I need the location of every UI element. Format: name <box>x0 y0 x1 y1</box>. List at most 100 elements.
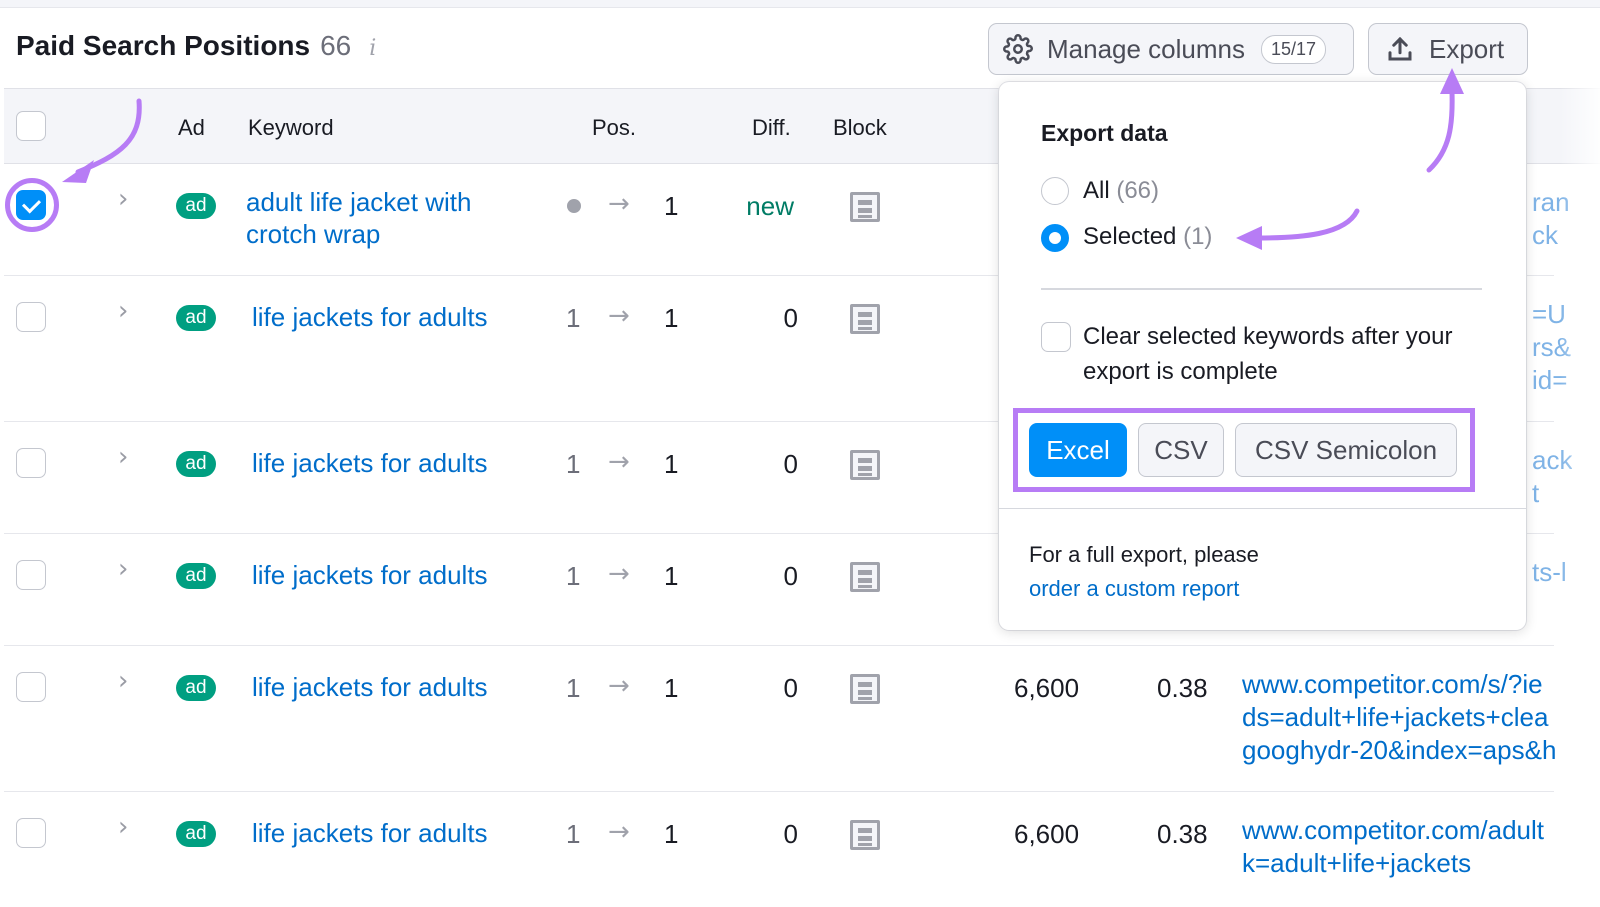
arrow-right-icon: → <box>608 559 630 589</box>
arrow-right-icon: → <box>608 817 630 847</box>
option-count: (66) <box>1116 177 1160 204</box>
position-current: 1 <box>664 449 679 479</box>
row-checkbox[interactable] <box>16 302 46 332</box>
url-fragment[interactable]: =U rs& id= <box>1532 298 1572 397</box>
serp-block-icon[interactable] <box>850 450 880 480</box>
position-current: 1 <box>664 561 679 591</box>
position-diff: new <box>746 191 794 221</box>
url-fragment[interactable]: ran ck <box>1532 186 1572 252</box>
export-dropdown: Export data All (66) Selected (1) Clear … <box>999 82 1526 630</box>
keyword-line: crotch wrap <box>246 219 381 249</box>
arrow-right-icon: → <box>608 447 630 477</box>
table-row: › ad life jackets for adults 1 → 1 0 6,6… <box>4 792 1554 907</box>
position-previous: 1 <box>566 819 581 849</box>
ad-badge: ad <box>176 563 216 589</box>
expand-chevron-icon[interactable]: › <box>118 184 128 214</box>
column-header-diff[interactable]: Diff. <box>752 115 791 141</box>
row-checkbox[interactable] <box>16 448 46 478</box>
keyword-link[interactable]: life jackets for adults <box>252 301 488 333</box>
clear-selected-label[interactable]: Clear selected keywords after your expor… <box>1083 319 1483 389</box>
expand-chevron-icon[interactable]: › <box>118 442 128 472</box>
expand-chevron-icon[interactable]: › <box>118 554 128 584</box>
keyword-link[interactable]: life jackets for adults <box>252 447 488 479</box>
row-checkbox[interactable] <box>16 818 46 848</box>
position-current: 1 <box>664 191 679 221</box>
manage-columns-label: Manage columns <box>1047 33 1245 64</box>
select-all-checkbox[interactable] <box>16 111 46 141</box>
custom-report-link[interactable]: order a custom report <box>1029 576 1239 602</box>
url-fragment[interactable]: ack t <box>1532 444 1572 510</box>
position-diff: 0 <box>783 449 798 479</box>
gear-icon <box>1003 34 1033 64</box>
ad-badge: ad <box>176 821 216 847</box>
url-fragment[interactable]: ts-l <box>1532 556 1572 589</box>
ad-badge: ad <box>176 305 216 331</box>
radio-selected[interactable] <box>1041 224 1069 252</box>
expand-chevron-icon[interactable]: › <box>118 812 128 842</box>
serp-block-icon[interactable] <box>850 674 880 704</box>
export-excel-button[interactable]: Excel <box>1029 423 1127 477</box>
position-previous: 1 <box>566 303 581 333</box>
full-export-text: For a full export, please <box>1029 542 1259 567</box>
position-diff: 0 <box>783 819 798 849</box>
divider <box>999 508 1526 509</box>
ad-badge: ad <box>176 451 216 477</box>
checkbox-highlight-ring <box>5 178 59 232</box>
arrow-right-icon: → <box>608 301 630 331</box>
export-label: Export <box>1429 33 1505 64</box>
position-diff: 0 <box>783 561 798 591</box>
manage-columns-button[interactable]: Manage columns 15/17 <box>988 23 1354 75</box>
info-icon[interactable]: i <box>369 36 376 61</box>
column-header-block[interactable]: Block <box>833 115 887 141</box>
row-checkbox[interactable] <box>16 560 46 590</box>
export-popup-title: Export data <box>1041 120 1168 146</box>
keyword-line: adult life jacket with <box>246 187 472 217</box>
cpc-value: 0.38 <box>1157 673 1208 703</box>
serp-block-icon[interactable] <box>850 304 880 334</box>
column-header-ad[interactable]: Ad <box>178 115 205 141</box>
position-previous: 1 <box>566 449 581 479</box>
columns-count-badge: 15/17 <box>1261 34 1327 64</box>
keyword-link[interactable]: life jackets for adults <box>252 559 488 591</box>
export-csv-semicolon-button[interactable]: CSV Semicolon <box>1235 423 1457 477</box>
export-button[interactable]: Export <box>1368 23 1528 75</box>
ad-badge: ad <box>176 193 216 219</box>
position-current: 1 <box>664 303 679 333</box>
option-label: All <box>1083 177 1110 204</box>
position-current: 1 <box>664 673 679 703</box>
position-previous: 1 <box>566 561 581 591</box>
export-csv-button[interactable]: CSV <box>1138 423 1224 477</box>
expand-chevron-icon[interactable]: › <box>118 666 128 696</box>
expand-chevron-icon[interactable]: › <box>118 296 128 326</box>
arrow-right-icon: → <box>608 671 630 701</box>
arrow-right-icon: → <box>608 189 630 219</box>
divider <box>1041 288 1482 290</box>
table-row: › ad life jackets for adults 1 → 1 0 6,6… <box>4 646 1556 792</box>
radio-all[interactable] <box>1041 177 1069 205</box>
top-strip <box>0 0 1600 8</box>
option-count: (1) <box>1183 223 1213 250</box>
url-link[interactable]: www.competitor.com/adult k=adult+life+ja… <box>1242 814 1572 880</box>
keyword-link[interactable]: adult life jacket with crotch wrap <box>246 186 471 250</box>
cpc-value: 0.38 <box>1157 819 1208 849</box>
column-header-keyword[interactable]: Keyword <box>248 115 334 141</box>
position-current: 1 <box>664 819 679 849</box>
url-link[interactable]: www.competitor.com/s/?ie ds=adult+life+j… <box>1242 668 1572 767</box>
row-checkbox[interactable] <box>16 672 46 702</box>
position-diff: 0 <box>783 673 798 703</box>
page-title: Paid Search Positions <box>16 30 311 61</box>
serp-block-icon[interactable] <box>850 562 880 592</box>
column-header-pos[interactable]: Pos. <box>592 115 636 141</box>
upload-icon <box>1388 36 1412 61</box>
radio-selected-label[interactable]: Selected (1) <box>1083 223 1212 251</box>
result-count: 66 <box>320 30 352 61</box>
radio-all-label[interactable]: All (66) <box>1083 177 1159 205</box>
search-volume: 6,600 <box>1014 673 1080 703</box>
position-previous: 1 <box>566 673 581 703</box>
keyword-link[interactable]: life jackets for adults <box>252 671 488 703</box>
clear-selected-checkbox[interactable] <box>1041 322 1071 352</box>
serp-block-icon[interactable] <box>850 192 880 222</box>
serp-block-icon[interactable] <box>850 820 880 850</box>
keyword-link[interactable]: life jackets for adults <box>252 817 488 849</box>
title-row: Paid Search Positions 66 i <box>16 30 376 70</box>
